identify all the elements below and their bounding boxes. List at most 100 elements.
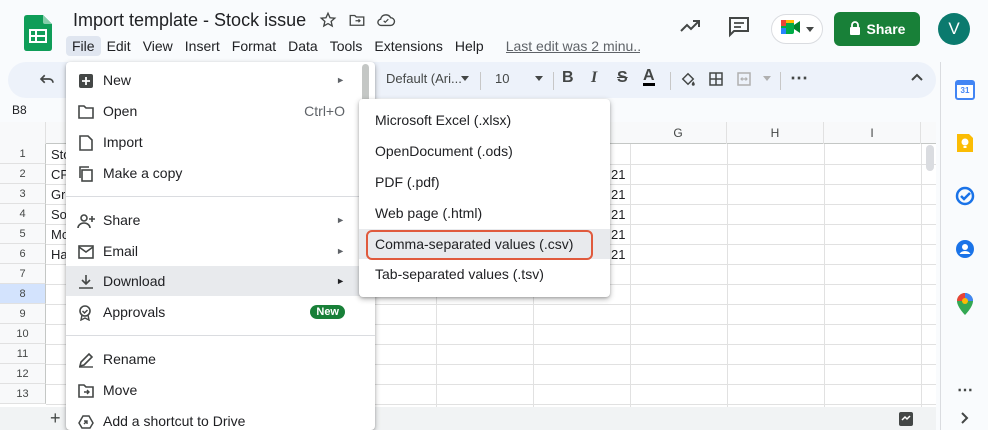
row-header-selected[interactable]: 8 bbox=[0, 284, 46, 304]
collapse-toolbar-icon[interactable] bbox=[910, 70, 924, 87]
cell-f4[interactable]: 21 bbox=[611, 207, 625, 222]
cell-f5[interactable]: 21 bbox=[611, 227, 625, 242]
menu-item-share[interactable]: Share ► bbox=[66, 205, 375, 235]
row-header[interactable]: 12 bbox=[0, 364, 46, 384]
row-header[interactable]: 7 bbox=[0, 264, 46, 284]
menu-item-new[interactable]: New ► bbox=[66, 65, 375, 95]
strikethrough-button[interactable]: S bbox=[617, 69, 628, 87]
row-header[interactable]: 11 bbox=[0, 344, 46, 364]
menu-extensions[interactable]: Extensions bbox=[368, 36, 448, 56]
column-header-g[interactable]: G bbox=[630, 122, 727, 144]
menu-item-email[interactable]: Email ► bbox=[66, 236, 375, 266]
comments-icon[interactable] bbox=[727, 14, 751, 43]
cell-f6[interactable]: 21 bbox=[611, 247, 625, 262]
move-folder-icon[interactable] bbox=[347, 10, 367, 30]
text-color-button[interactable]: A bbox=[643, 68, 655, 86]
contacts-icon[interactable] bbox=[953, 237, 977, 261]
menu-item-move[interactable]: Move bbox=[66, 375, 375, 405]
new-badge: New bbox=[310, 305, 345, 319]
keep-icon[interactable] bbox=[953, 131, 977, 155]
column-header-i[interactable]: I bbox=[824, 122, 921, 144]
menu-data[interactable]: Data bbox=[282, 36, 324, 56]
menu-item-import[interactable]: Import bbox=[66, 127, 375, 157]
row-header[interactable]: 13 bbox=[0, 384, 46, 404]
calendar-icon[interactable]: 31 bbox=[953, 78, 977, 102]
italic-button[interactable]: I bbox=[591, 69, 597, 87]
drive-shortcut-icon bbox=[77, 413, 95, 430]
menu-help[interactable]: Help bbox=[449, 36, 490, 56]
row-header[interactable]: 1 bbox=[0, 144, 46, 164]
font-size-select[interactable]: 10 bbox=[495, 71, 509, 86]
avatar[interactable]: V bbox=[938, 13, 970, 45]
menu-item-approvals[interactable]: Approvals New bbox=[66, 297, 375, 327]
file-icon bbox=[77, 134, 95, 152]
cell-f3[interactable]: 21 bbox=[611, 187, 625, 202]
menu-item-download[interactable]: Download ► bbox=[66, 266, 375, 296]
move-folder-icon bbox=[77, 382, 95, 400]
row-header[interactable]: 9 bbox=[0, 304, 46, 324]
more-options-icon[interactable]: ⋯ bbox=[790, 68, 808, 89]
trending-icon[interactable] bbox=[678, 14, 702, 43]
add-person-icon bbox=[77, 212, 95, 230]
vertical-scrollbar[interactable] bbox=[926, 145, 934, 171]
menu-insert[interactable]: Insert bbox=[179, 36, 226, 56]
sheets-logo-icon[interactable] bbox=[24, 15, 52, 51]
chevron-down-icon[interactable] bbox=[461, 70, 469, 85]
star-icon[interactable] bbox=[318, 10, 338, 30]
explore-icon[interactable] bbox=[898, 411, 914, 430]
download-pdf[interactable]: PDF (.pdf) bbox=[359, 167, 610, 197]
download-tsv[interactable]: Tab-separated values (.tsv) bbox=[359, 259, 610, 289]
font-family-select[interactable]: Default (Ari... bbox=[386, 71, 462, 86]
submenu-arrow-icon: ► bbox=[336, 215, 345, 225]
download-submenu: Microsoft Excel (.xlsx) OpenDocument (.o… bbox=[359, 99, 610, 297]
row-header[interactable]: 6 bbox=[0, 244, 46, 264]
calendar-day: 31 bbox=[960, 86, 970, 95]
menu-item-open[interactable]: Open Ctrl+O bbox=[66, 96, 375, 126]
download-ods[interactable]: OpenDocument (.ods) bbox=[359, 136, 610, 166]
share-button[interactable]: Share bbox=[834, 12, 920, 46]
chevron-down-icon bbox=[806, 20, 814, 38]
menu-view[interactable]: View bbox=[137, 36, 179, 56]
menu-item-add-shortcut[interactable]: Add a shortcut to Drive bbox=[66, 406, 375, 430]
menu-item-rename[interactable]: Rename bbox=[66, 344, 375, 374]
add-sheet-icon[interactable]: + bbox=[50, 408, 61, 429]
meet-button[interactable] bbox=[771, 14, 823, 44]
menu-edit[interactable]: Edit bbox=[101, 36, 137, 56]
row-header[interactable]: 2 bbox=[0, 164, 46, 184]
undo-icon[interactable] bbox=[38, 70, 56, 91]
tasks-icon[interactable] bbox=[953, 184, 977, 208]
bold-button[interactable]: B bbox=[562, 69, 574, 87]
maps-icon[interactable] bbox=[953, 292, 977, 316]
menu-bar: File Edit View Insert Format Data Tools … bbox=[66, 35, 640, 57]
rename-icon bbox=[77, 351, 95, 369]
cell-b4[interactable]: So bbox=[51, 207, 67, 222]
cell-f2[interactable]: 21 bbox=[611, 167, 625, 182]
cell-b3[interactable]: Gr bbox=[51, 187, 65, 202]
new-sheet-icon bbox=[77, 72, 95, 90]
last-edit-link[interactable]: Last edit was 2 minu... bbox=[506, 38, 640, 54]
more-addons-icon[interactable]: ⋯ bbox=[953, 378, 977, 402]
row-header[interactable]: 3 bbox=[0, 184, 46, 204]
menu-item-make-copy[interactable]: Make a copy bbox=[66, 158, 375, 188]
lock-icon bbox=[849, 20, 861, 38]
row-header[interactable]: 4 bbox=[0, 204, 46, 224]
borders-icon[interactable] bbox=[707, 70, 725, 91]
row-header[interactable]: 5 bbox=[0, 224, 46, 244]
document-title[interactable]: Import template - Stock issue bbox=[73, 10, 306, 31]
name-box[interactable]: B8 bbox=[12, 103, 27, 117]
chevron-right-icon[interactable] bbox=[953, 406, 977, 430]
chevron-down-icon[interactable] bbox=[535, 70, 543, 85]
column-header-h[interactable]: H bbox=[727, 122, 824, 144]
fill-color-icon[interactable] bbox=[679, 70, 697, 91]
download-xlsx[interactable]: Microsoft Excel (.xlsx) bbox=[359, 105, 610, 135]
row-header[interactable]: 10 bbox=[0, 324, 46, 344]
cloud-status-icon[interactable] bbox=[376, 10, 396, 30]
menu-file[interactable]: File bbox=[66, 36, 101, 56]
chevron-down-icon[interactable] bbox=[763, 70, 771, 85]
menu-tools[interactable]: Tools bbox=[324, 36, 369, 56]
merge-cells-icon[interactable] bbox=[735, 70, 753, 91]
menu-format[interactable]: Format bbox=[226, 36, 282, 56]
download-html[interactable]: Web page (.html) bbox=[359, 198, 610, 228]
email-icon bbox=[77, 243, 95, 261]
meet-icon bbox=[780, 18, 802, 41]
